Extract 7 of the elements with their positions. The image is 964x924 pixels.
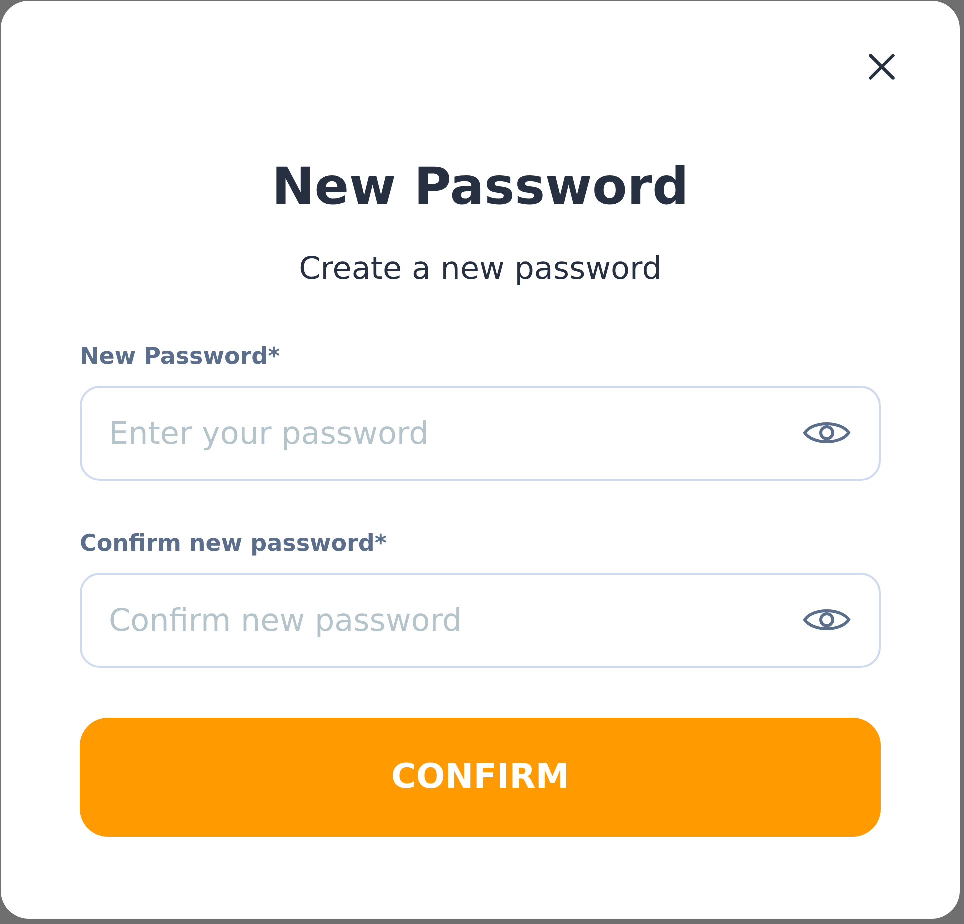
field-label: New Password* [80, 343, 282, 371]
dialog-subtitle: Create a new password [298, 251, 663, 287]
dialog-title: New Password [270, 159, 690, 217]
field-label: Confirm new password* [80, 530, 388, 558]
confirm-button[interactable]: CONFIRM [80, 718, 881, 837]
password-field[interactable]: Enter your password [80, 386, 881, 481]
password-field[interactable]: Confirm new password [80, 573, 881, 668]
